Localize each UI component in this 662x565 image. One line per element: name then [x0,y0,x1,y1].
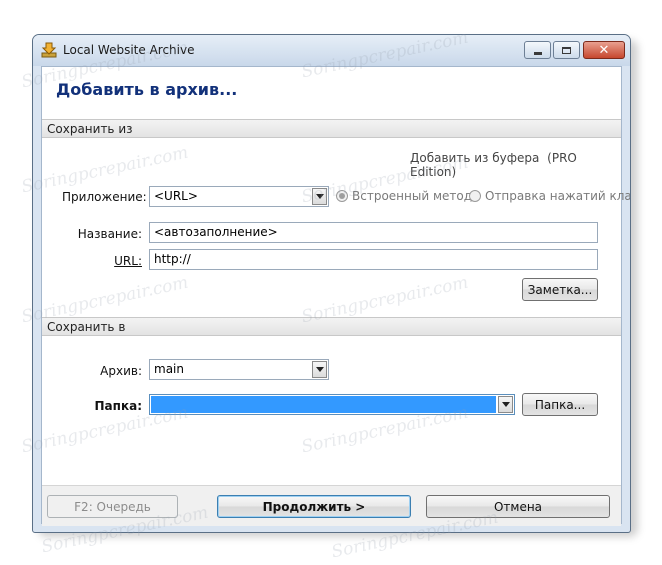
method-keystrokes-label: Отправка нажатий клави [485,189,631,203]
url-field[interactable]: http:// [149,249,598,270]
folder-select[interactable] [149,394,515,415]
window-title: Local Website Archive [63,43,195,57]
button-bar: F2: Очередь Продолжить > Отмена [42,485,621,526]
cancel-button[interactable]: Отмена [426,495,610,518]
title-bar[interactable]: Local Website Archive ✕ [33,35,630,66]
name-field[interactable]: <автозаполнение> [149,222,598,243]
application-select[interactable]: <URL> [149,186,329,207]
section-header-save-to: Сохранить в [42,317,621,336]
url-label-text: URL: [114,254,142,268]
chevron-down-icon[interactable] [312,361,327,378]
download-arrow-icon [41,42,57,58]
header-band: Добавить в архив... [42,67,621,119]
queue-button[interactable]: F2: Очередь [47,495,178,518]
archive-select[interactable]: main [149,359,329,380]
chevron-down-icon[interactable] [312,188,327,205]
maximize-button[interactable] [553,41,580,59]
close-button[interactable]: ✕ [583,41,625,59]
minimize-icon [533,51,542,55]
section-title: Сохранить в [47,320,126,334]
url-label: URL: [62,254,142,268]
folder-label: Папка: [94,399,142,413]
name-label: Название: [77,227,142,241]
archive-label: Архив: [100,364,142,378]
folder-button[interactable]: Папка... [522,393,598,416]
method-builtin-radio[interactable] [336,190,348,202]
continue-button[interactable]: Продолжить > [217,495,411,518]
dialog-client-area: Добавить в архив... Сохранить из Добавит… [41,66,630,526]
page-title: Добавить в архив... [56,80,238,99]
clipboard-link[interactable]: Добавить из буфера (PRO Edition) [410,151,621,179]
section-title: Сохранить из [47,122,133,136]
minimize-button[interactable] [524,41,551,59]
clipboard-link-label: Добавить из буфера [410,151,540,165]
dialog-window: Local Website Archive ✕ Добавить в архив… [32,34,631,533]
close-icon: ✕ [598,42,610,58]
application-label: Приложение: [62,190,147,204]
maximize-icon [562,46,571,54]
archive-select-value: main [154,362,184,376]
method-keystrokes-radio[interactable] [469,190,481,202]
application-select-value: <URL> [154,189,198,203]
method-builtin-label: Встроенный метод [352,189,473,203]
section-header-save-from: Сохранить из [42,119,621,138]
note-button[interactable]: Заметка... [522,278,598,301]
chevron-down-icon[interactable] [498,396,513,413]
folder-select-value [151,396,496,413]
